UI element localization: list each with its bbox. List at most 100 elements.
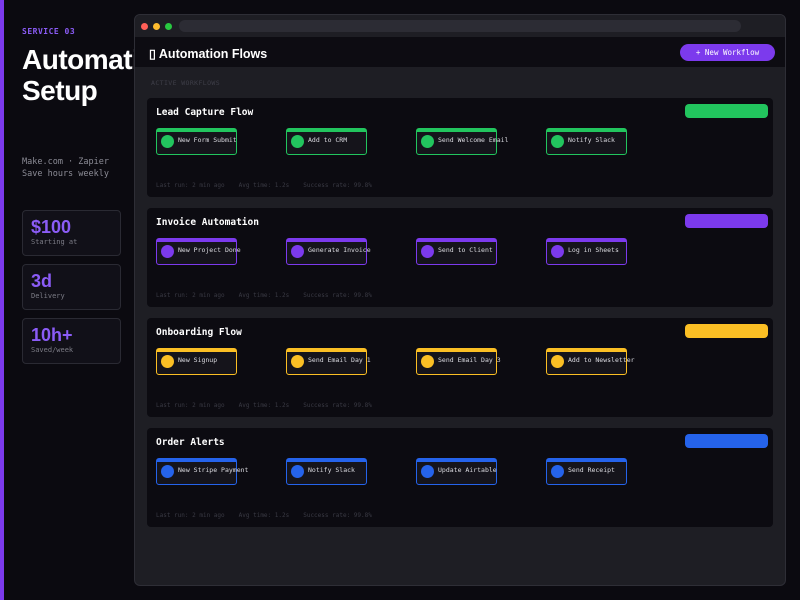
- step-dot-icon: [291, 135, 304, 148]
- step-label: Send Welcome Email: [438, 136, 509, 144]
- step-dot-icon: [551, 135, 564, 148]
- step-dot-icon: [551, 245, 564, 258]
- workflow-step[interactable]: Send Email Day 3: [416, 348, 501, 375]
- step-label: Send Email Day 3: [438, 356, 501, 364]
- workflow-step[interactable]: New Project Done: [156, 238, 241, 265]
- hero-title-line2: Setup: [22, 75, 98, 106]
- stat-card-delivery: 3d Delivery: [22, 264, 121, 310]
- metric-avg-time: Avg time: 1.2s: [238, 402, 290, 409]
- step-label: Update Airtable: [438, 466, 497, 474]
- step-label: Notify Slack: [568, 136, 615, 144]
- metric-avg-time: Avg time: 1.2s: [238, 182, 290, 189]
- window-titlebar: [135, 15, 785, 37]
- stat-card-saved: 10h+ Saved/week: [22, 318, 121, 364]
- workflow-step[interactable]: Notify Slack: [546, 128, 627, 155]
- workflow-step[interactable]: New Stripe Payment: [156, 458, 248, 485]
- workflow-step[interactable]: Add to Newsletter: [546, 348, 635, 375]
- app-window: ▯ Automation Flows + New Workflow ACTIVE…: [134, 14, 786, 586]
- workflow-step[interactable]: Send Receipt: [546, 458, 627, 485]
- step-label: Log in Sheets: [568, 246, 619, 254]
- metric-last-run: Last run: 2 min ago: [156, 182, 225, 189]
- service-eyebrow: SERVICE 03: [22, 27, 76, 36]
- metric-avg-time: Avg time: 1.2s: [238, 512, 290, 519]
- workflow-step[interactable]: Send to Client: [416, 238, 497, 265]
- workflow-name: Onboarding Flow: [156, 327, 242, 338]
- metric-success: Success rate: 99.8%: [303, 292, 372, 299]
- step-dot-icon: [421, 465, 434, 478]
- step-label: Send Receipt: [568, 466, 615, 474]
- step-dot-icon: [161, 355, 174, 368]
- workflow-name: Invoice Automation: [156, 217, 259, 228]
- page-title: ▯ Automation Flows: [149, 46, 267, 61]
- metric-last-run: Last run: 2 min ago: [156, 402, 225, 409]
- workflow-status-bar: [685, 104, 768, 118]
- metric-success: Success rate: 99.8%: [303, 512, 372, 519]
- workflow-step[interactable]: Generate Invoice: [286, 238, 371, 265]
- stat-label: Saved/week: [31, 346, 74, 354]
- workflow-step[interactable]: New Form Submit: [156, 128, 237, 155]
- close-window-button[interactable]: [141, 23, 148, 30]
- workflow-card[interactable]: Order Alerts New Stripe Payment Notify Sla…: [147, 428, 773, 527]
- metric-avg-time: Avg time: 1.2s: [238, 292, 290, 299]
- workflow-metrics: Last run: 2 min ago Avg time: 1.2s Success…: [156, 182, 386, 189]
- step-label: Notify Slack: [308, 466, 355, 474]
- tagline-line2: Save hours weekly: [22, 169, 109, 179]
- stat-value: 3d: [31, 271, 53, 291]
- step-label: New Stripe Payment: [178, 466, 249, 474]
- workflow-status-bar: [685, 434, 768, 448]
- step-dot-icon: [161, 465, 174, 478]
- metric-success: Success rate: 99.8%: [303, 182, 372, 189]
- workflow-step[interactable]: Update Airtable: [416, 458, 497, 485]
- hero-title: Automation Setup: [22, 44, 134, 106]
- workflow-name: Lead Capture Flow: [156, 107, 254, 118]
- workflow-metrics: Last run: 2 min ago Avg time: 1.2s Success…: [156, 512, 386, 519]
- app-header: ▯ Automation Flows + New Workflow: [135, 37, 785, 67]
- page-title-text: Automation Flows: [158, 47, 268, 61]
- maximize-window-button[interactable]: [165, 23, 172, 30]
- step-dot-icon: [551, 355, 564, 368]
- minimize-window-button[interactable]: [153, 23, 160, 30]
- accent-strip: [0, 0, 4, 600]
- workflow-status-bar: [685, 214, 768, 228]
- step-label: New Project Done: [178, 246, 241, 254]
- step-dot-icon: [291, 465, 304, 478]
- workflow-card[interactable]: Onboarding Flow New Signup Send Email Day …: [147, 318, 773, 417]
- stat-value: 10h+: [31, 325, 73, 345]
- step-dot-icon: [291, 355, 304, 368]
- workflow-step[interactable]: New Signup: [156, 348, 237, 375]
- step-dot-icon: [421, 355, 434, 368]
- flow-icon: ▯: [149, 47, 156, 61]
- workflow-name: Order Alerts: [156, 437, 225, 448]
- workflow-step[interactable]: Send Welcome Email: [416, 128, 508, 155]
- step-dot-icon: [161, 135, 174, 148]
- stat-value: $100: [31, 217, 72, 237]
- workflow-step[interactable]: Add to CRM: [286, 128, 367, 155]
- step-label: New Form Submit: [178, 136, 237, 144]
- address-bar[interactable]: [179, 20, 741, 32]
- workflow-status-bar: [685, 324, 768, 338]
- step-label: Add to CRM: [308, 136, 348, 144]
- tagline-line1: Make.com · Zapier: [22, 157, 109, 167]
- workflow-step[interactable]: Notify Slack: [286, 458, 367, 485]
- workflow-step[interactable]: Log in Sheets: [546, 238, 627, 265]
- metric-last-run: Last run: 2 min ago: [156, 512, 225, 519]
- step-dot-icon: [291, 245, 304, 258]
- new-workflow-button[interactable]: + New Workflow: [680, 44, 775, 61]
- workflow-metrics: Last run: 2 min ago Avg time: 1.2s Success…: [156, 292, 386, 299]
- service-info-panel: SERVICE 03 Automation Setup Make.com · Z…: [22, 0, 134, 600]
- step-label: Generate Invoice: [308, 246, 371, 254]
- step-label: Add to Newsletter: [568, 356, 635, 364]
- workflow-card[interactable]: Invoice Automation New Project Done Genera…: [147, 208, 773, 307]
- stat-card-price: $100 Starting at: [22, 210, 121, 256]
- step-dot-icon: [551, 465, 564, 478]
- hero-title-line1: Automation: [22, 44, 134, 75]
- step-label: New Signup: [178, 356, 218, 364]
- step-label: Send Email Day 1: [308, 356, 371, 364]
- workflow-step[interactable]: Send Email Day 1: [286, 348, 371, 375]
- workflow-card[interactable]: Lead Capture Flow New Form Submit Add to C…: [147, 98, 773, 197]
- section-label: ACTIVE WORKFLOWS: [151, 79, 221, 87]
- tagline: Make.com · Zapier Save hours weekly: [22, 156, 109, 180]
- step-label: Send to Client: [438, 246, 493, 254]
- metric-success: Success rate: 99.8%: [303, 402, 372, 409]
- metric-last-run: Last run: 2 min ago: [156, 292, 225, 299]
